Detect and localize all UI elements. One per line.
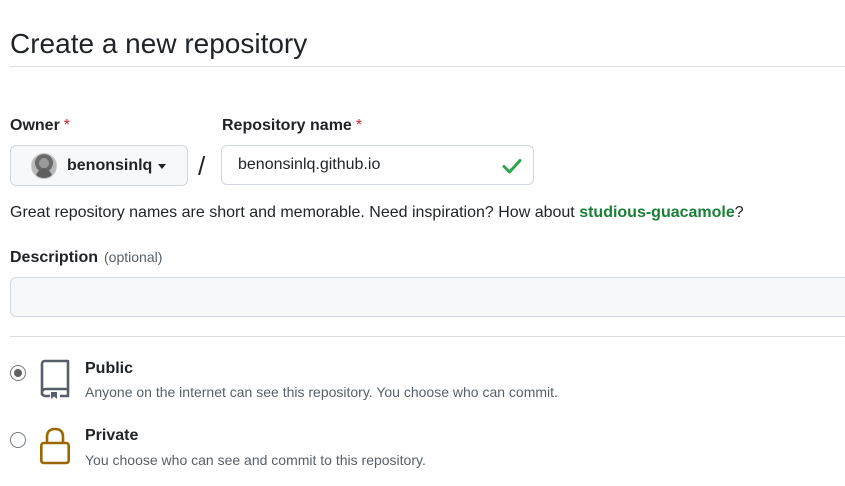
avatar [31,152,57,179]
owner-repo-separator: / [198,151,206,181]
repository-name-hint: Great repository names are short and mem… [10,202,744,224]
owner-select-button[interactable]: benonsinlq [10,145,188,186]
repository-name-label: Repository name * [222,115,362,137]
optional-note: (optional) [104,249,163,265]
owner-required-mark: * [63,117,71,134]
title-divider [10,66,845,67]
private-option-title: Private [85,427,139,444]
repository-name-value: benonsinlq.github.io [238,156,381,173]
public-radio[interactable] [10,365,26,381]
owner-label-text: Owner [10,117,60,134]
repository-name-input[interactable]: benonsinlq.github.io [221,145,534,185]
caret-down-icon [158,164,167,169]
owner-label: Owner * [10,115,70,137]
hint-text: Great repository names are short and mem… [10,204,580,221]
repository-name-label-text: Repository name [222,117,352,134]
lock-icon [39,427,70,465]
public-option-description: Anyone on the internet can see this repo… [85,384,558,400]
check-icon [502,159,522,174]
description-label-text: Description [10,249,99,266]
suggested-name-link[interactable]: studious-guacamole [579,204,735,221]
repo-book-icon [40,359,70,399]
owner-name: benonsinlq [67,156,153,174]
private-radio[interactable] [10,432,26,448]
hint-suffix: ? [734,204,744,221]
public-option-title: Public [85,360,134,377]
private-option-description: You choose who can see and commit to thi… [85,452,426,468]
page-title: Create a new repository [10,27,308,59]
description-divider [10,336,845,337]
description-input[interactable] [10,277,845,317]
description-label: Description (optional) [10,246,162,269]
repository-name-required-mark: * [355,117,363,134]
